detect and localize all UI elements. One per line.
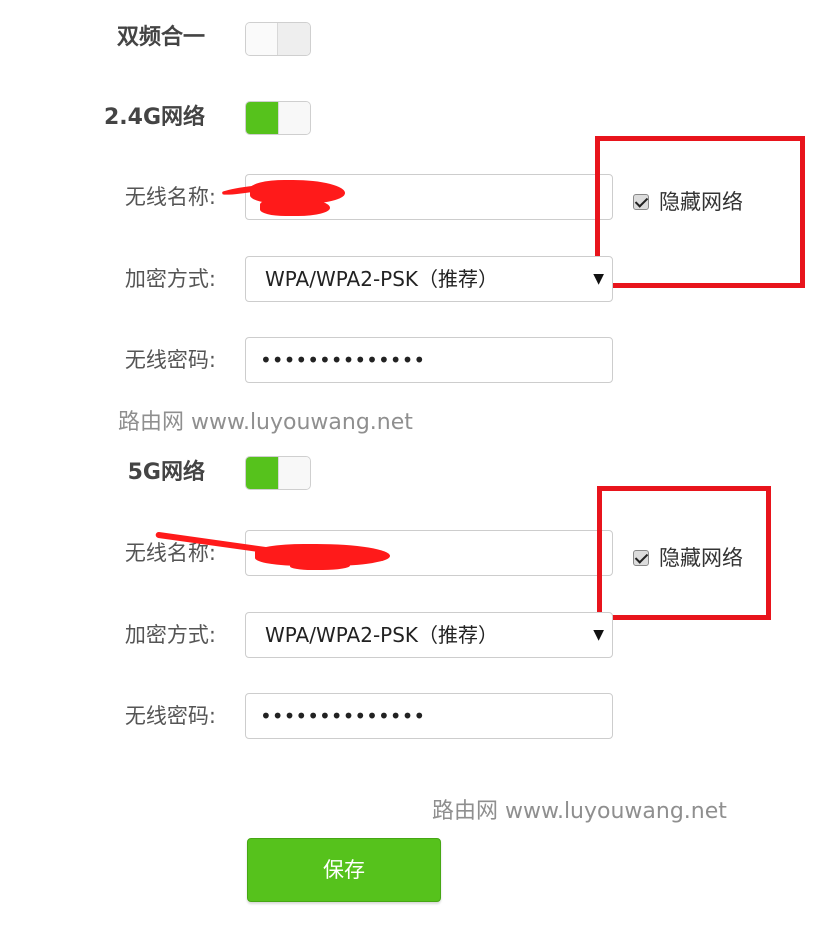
band-24g-password-label: 无线密码:	[124, 348, 216, 372]
chevron-down-icon: ▼	[593, 271, 604, 287]
save-button[interactable]: 保存	[247, 838, 441, 902]
watermark: 路由网 www.luyouwang.net	[118, 410, 413, 435]
dual-band-toggle[interactable]	[245, 22, 311, 56]
chevron-down-icon: ▼	[593, 627, 604, 643]
band-5g-encryption-select[interactable]: WPA/WPA2-PSK（推荐） ▼	[245, 612, 613, 658]
band-5g-password-input[interactable]: ••••••••••••••	[245, 693, 613, 739]
watermark: 路由网 www.luyouwang.net	[432, 799, 727, 824]
band-24g-ssid-label: 无线名称:	[124, 185, 216, 209]
band-24g-encryption-label: 加密方式:	[124, 267, 216, 291]
band-24g-heading: 2.4G网络	[103, 105, 205, 130]
band-24g-encryption-select[interactable]: WPA/WPA2-PSK（推荐） ▼	[245, 256, 613, 302]
band-5g-heading: 5G网络	[127, 460, 205, 485]
band-5g-encryption-value: WPA/WPA2-PSK（推荐）	[265, 623, 499, 647]
annotation-box	[595, 136, 805, 288]
band-24g-password-input[interactable]: ••••••••••••••	[245, 337, 613, 383]
dual-band-heading: 双频合一	[116, 25, 205, 50]
annotation-box	[597, 486, 771, 620]
band-5g-toggle[interactable]	[245, 456, 311, 490]
band-5g-password-label: 无线密码:	[124, 704, 216, 728]
band-24g-encryption-value: WPA/WPA2-PSK（推荐）	[265, 267, 499, 291]
band-24g-toggle[interactable]	[245, 101, 311, 135]
band-5g-encryption-label: 加密方式:	[124, 623, 216, 647]
